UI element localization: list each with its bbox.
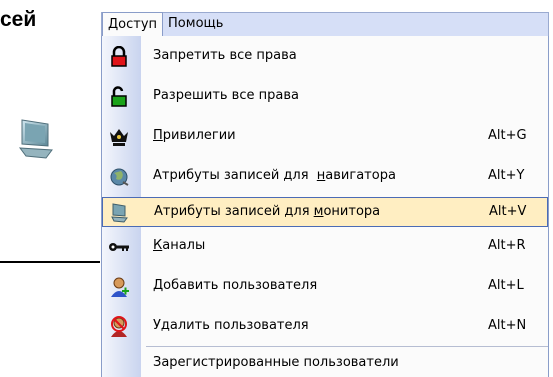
access-dropdown-menu: Запретить все права Разрешить все права …: [101, 36, 549, 377]
menu-item-shortcut: Alt+G: [488, 128, 527, 143]
menu-item-label: Зарегистрированные пользователи: [153, 355, 399, 370]
menu-item-channels[interactable]: Каналы Alt+R: [102, 232, 548, 262]
menu-help[interactable]: Помощь: [163, 13, 228, 36]
menu-item-registered-users[interactable]: Зарегистрированные пользователи: [102, 349, 548, 377]
menu-item-monitor-record-attributes[interactable]: Атрибуты записей для монитора Alt+V: [102, 197, 548, 227]
menu-item-shortcut: Alt+N: [488, 318, 527, 333]
callout-line: [0, 261, 100, 263]
add-user-icon: [107, 276, 131, 298]
menu-item-label: Добавить пользователя: [153, 278, 318, 293]
key-channels-icon: [107, 236, 131, 258]
delete-user-icon: [107, 316, 131, 338]
menu-item-navigator-record-attributes[interactable]: Атрибуты записей для навигатора Alt+Y: [102, 162, 548, 192]
menu-item-label: Атрибуты записей для навигатора: [153, 168, 396, 183]
menu-separator: [146, 346, 548, 347]
monitor-icon: [108, 202, 132, 224]
background-title-fragment: сей: [0, 8, 37, 31]
menu-item-label: Запретить все права: [153, 48, 297, 63]
menu-access[interactable]: Доступ: [102, 12, 164, 36]
menu-item-delete-user[interactable]: Удалить пользователя Alt+N: [102, 312, 548, 342]
menu-item-privileges[interactable]: Привилегии Alt+G: [102, 122, 548, 152]
menu-item-label: Удалить пользователя: [153, 318, 309, 333]
menu-item-shortcut: Alt+V: [489, 204, 527, 219]
menu-item-shortcut: Alt+Y: [488, 168, 525, 183]
green-open-padlock-icon: [107, 86, 131, 108]
globe-navigator-icon: [107, 166, 131, 188]
menu-item-shortcut: Alt+L: [488, 278, 524, 293]
menu-item-shortcut: Alt+R: [488, 238, 526, 253]
monitor-icon: [16, 116, 58, 162]
menu-item-deny-all-rights[interactable]: Запретить все права: [102, 42, 548, 72]
menu-bar: Доступ Помощь: [101, 12, 549, 36]
menu-item-label: Разрешить все права: [153, 88, 299, 103]
menu-item-add-user[interactable]: Добавить пользователя Alt+L: [102, 272, 548, 302]
menu-item-allow-all-rights[interactable]: Разрешить все права: [102, 82, 548, 112]
menu-item-label: Каналы: [153, 238, 206, 253]
red-padlock-icon: [107, 45, 131, 68]
crown-privileges-icon: [107, 126, 131, 148]
menu-item-label: Привилегии: [153, 128, 236, 143]
menu-item-label: Атрибуты записей для монитора: [154, 204, 381, 219]
